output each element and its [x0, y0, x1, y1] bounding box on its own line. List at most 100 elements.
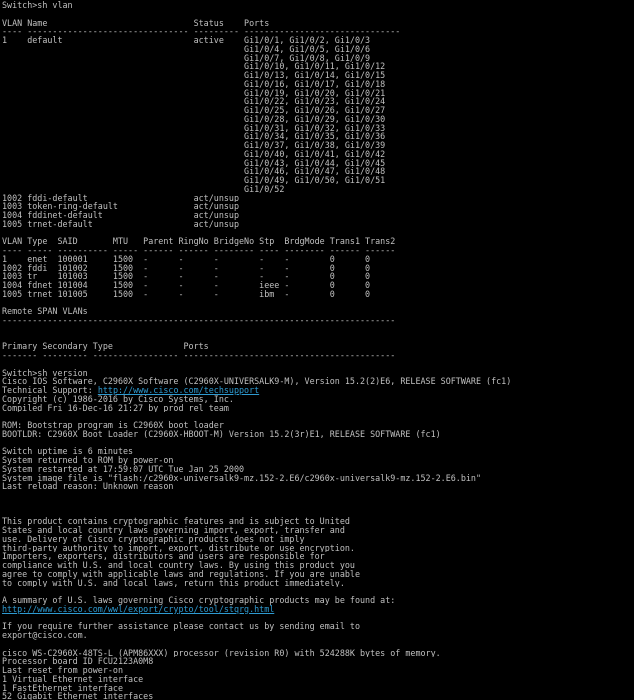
terminal-line-text: 1 Virtual Ethernet interface — [2, 674, 144, 684]
terminal-line: 1004 fdnet 101004 1500 - - - ieee - 0 0 — [2, 281, 634, 290]
terminal-line: Switch uptime is 6 minutes — [2, 447, 634, 456]
terminal-line: agree to comply with applicable laws and… — [2, 570, 634, 579]
terminal-line: 1003 token-ring-default act/unsup — [2, 202, 634, 211]
terminal-line-text: Gi1/0/37, Gi1/0/38, Gi1/0/39 — [2, 141, 386, 150]
terminal-window[interactable]: Switch>sh vlan VLAN Name Status Ports ----… — [0, 0, 634, 700]
terminal-line: System restarted at 17:59:07 UTC Tue Jan… — [2, 465, 634, 474]
terminal-line-text: VLAN Type SAID MTU Parent RingNo BridgeN… — [2, 237, 396, 246]
terminal-line: 1003 tr 101003 1500 - - - - - 0 0 — [2, 272, 634, 281]
terminal-line: States and local country laws governing … — [2, 526, 634, 535]
terminal-line: to comply with U.S. and local laws, retu… — [2, 579, 634, 588]
terminal-line-text: System restarted at 17:59:07 UTC Tue Jan… — [2, 464, 245, 474]
terminal-line-text: ROM: Bootstrap program is C2960X boot lo… — [2, 421, 224, 430]
terminal-line: Compiled Fri 16-Dec-16 21:27 by prod_rel… — [2, 404, 634, 413]
terminal-line-text: Gi1/0/7, Gi1/0/8, Gi1/0/9 — [2, 53, 371, 63]
terminal-line: Last reload reason: Unknown reason — [2, 482, 634, 491]
terminal-line: third-party authority to import, export,… — [2, 544, 634, 553]
terminal-line: 1 Virtual Ethernet interface — [2, 675, 634, 684]
terminal-line: 1002 fddi-default act/unsup — [2, 194, 634, 203]
terminal-line-text: ---- -------------------------------- --… — [2, 27, 401, 36]
terminal-line-text: Gi1/0/4, Gi1/0/5, Gi1/0/6 — [2, 44, 371, 54]
terminal-line-text: Last reset from power-on — [2, 666, 124, 675]
terminal-line: ROM: Bootstrap program is C2960X boot lo… — [2, 421, 634, 430]
terminal-line-text: Gi1/0/52 — [2, 184, 285, 194]
terminal-line: Gi1/0/13, Gi1/0/14, Gi1/0/15 — [2, 71, 634, 80]
terminal-line: Gi1/0/22, Gi1/0/23, Gi1/0/24 — [2, 97, 634, 106]
terminal-line-text: Gi1/0/16, Gi1/0/17, Gi1/0/18 — [2, 79, 386, 89]
terminal-line-text: ----------------------------------------… — [2, 316, 396, 325]
terminal-line-text: 1005 trnet 101005 1500 - - - ibm - 0 0 — [2, 289, 371, 299]
terminal-line-text: Gi1/0/46, Gi1/0/47, Gi1/0/48 — [2, 167, 386, 176]
terminal-line: Technical Support: http://www.cisco.com/… — [2, 386, 634, 395]
terminal-line-text: 1 enet 100001 1500 - - - - - 0 0 — [2, 254, 371, 264]
terminal-line: System returned to ROM by power-on — [2, 456, 634, 465]
terminal-line: Gi1/0/19, Gi1/0/20, Gi1/0/21 — [2, 89, 634, 98]
terminal-line: Gi1/0/52 — [2, 185, 634, 194]
terminal-line-text: 1003 token-ring-default act/unsup — [2, 202, 239, 211]
terminal-line: 52 Gigabit Ethernet interfaces — [2, 692, 634, 700]
terminal-line: Gi1/0/25, Gi1/0/26, Gi1/0/27 — [2, 106, 634, 115]
hyperlink[interactable]: http://www.cisco.com/wwl/export/crypto/t… — [2, 605, 274, 614]
terminal-line: VLAN Name Status Ports — [2, 19, 634, 28]
terminal-line: ----------------------------------------… — [2, 316, 634, 325]
terminal-line-text: 52 Gigabit Ethernet interfaces — [2, 692, 154, 700]
terminal-line-text: Gi1/0/13, Gi1/0/14, Gi1/0/15 — [2, 71, 386, 80]
terminal-line-text: cisco WS-C2960X-48TS-L (APM86XXX) proces… — [2, 648, 441, 658]
terminal-line-text: Copyright (c) 1986-2016 by Cisco Systems… — [2, 394, 234, 404]
terminal-line-text: Gi1/0/31, Gi1/0/32, Gi1/0/33 — [2, 123, 386, 133]
terminal-line-text: 1005 trnet-default act/unsup — [2, 219, 239, 229]
terminal-line-text: 1002 fddi-default act/unsup — [2, 193, 239, 203]
terminal-line-text: compliance with U.S. and local country l… — [2, 561, 355, 570]
terminal-line-text: VLAN Name Status Ports — [2, 18, 270, 28]
terminal-line-text: Gi1/0/22, Gi1/0/23, Gi1/0/24 — [2, 97, 386, 106]
terminal-line: cisco WS-C2960X-48TS-L (APM86XXX) proces… — [2, 649, 634, 658]
terminal-line-text: export@cisco.com. — [2, 631, 88, 640]
terminal-line: System image file is "flash:/c2960x-univ… — [2, 474, 634, 483]
terminal-line-text: ---- ----- ---------- ----- ------ -----… — [2, 246, 396, 255]
terminal-line-text: Gi1/0/25, Gi1/0/26, Gi1/0/27 — [2, 106, 386, 115]
terminal-line: Gi1/0/40, Gi1/0/41, Gi1/0/42 — [2, 150, 634, 159]
terminal-line-text: 1004 fdnet 101004 1500 - - - ieee - 0 0 — [2, 281, 371, 290]
terminal-line: Processor board ID FCU2123A0M8 — [2, 657, 634, 666]
terminal-line-text: third-party authority to import, export,… — [2, 543, 355, 553]
terminal-line-text: agree to comply with applicable laws and… — [2, 569, 360, 579]
terminal-line-text: Processor board ID FCU2123A0M8 — [2, 657, 154, 666]
terminal-line: http://www.cisco.com/wwl/export/crypto/t… — [2, 605, 634, 614]
terminal-line: ---- -------------------------------- --… — [2, 27, 634, 36]
terminal-line-text: Switch uptime is 6 minutes — [2, 447, 134, 456]
hyperlink[interactable]: http://www.cisco.com/techsupport — [98, 386, 259, 395]
terminal-line-text: 1003 tr 101003 1500 - - - - - 0 0 — [2, 272, 371, 281]
terminal-line: 1 default active Gi1/0/1, Gi1/0/2, Gi1/0… — [2, 36, 634, 45]
terminal-line-text: Compiled Fri 16-Dec-16 21:27 by prod_rel… — [2, 403, 229, 413]
terminal-line: use. Delivery of Cisco cryptographic pro… — [2, 535, 634, 544]
terminal-line: export@cisco.com. — [2, 631, 634, 640]
terminal-line-text: System image file is "flash:/c2960x-univ… — [2, 473, 482, 483]
terminal-line-text: Gi1/0/28, Gi1/0/29, Gi1/0/30 — [2, 114, 386, 124]
terminal-line: Switch>sh vlan — [2, 1, 634, 10]
terminal-line: Last reset from power-on — [2, 666, 634, 675]
terminal-line-text: Primary Secondary Type Ports — [2, 342, 209, 351]
terminal-line-text: Gi1/0/40, Gi1/0/41, Gi1/0/42 — [2, 149, 386, 159]
terminal-line-text: Importers, exporters, distributors and u… — [2, 552, 325, 561]
terminal-line: Gi1/0/46, Gi1/0/47, Gi1/0/48 — [2, 167, 634, 176]
terminal-line: Remote SPAN VLANs — [2, 307, 634, 316]
terminal-line-text: BOOTLDR: C2960X Boot Loader (C2960X-HBOO… — [2, 429, 441, 439]
terminal-line: VLAN Type SAID MTU Parent RingNo BridgeN… — [2, 237, 634, 246]
terminal-line: BOOTLDR: C2960X Boot Loader (C2960X-HBOO… — [2, 430, 634, 439]
terminal-line: 1005 trnet 101005 1500 - - - ibm - 0 0 — [2, 290, 634, 299]
terminal-line: 1002 fddi 101002 1500 - - - - - 0 0 — [2, 264, 634, 273]
terminal-line: Gi1/0/4, Gi1/0/5, Gi1/0/6 — [2, 45, 634, 54]
terminal-line: Gi1/0/49, Gi1/0/50, Gi1/0/51 — [2, 176, 634, 185]
terminal-line: 1005 trnet-default act/unsup — [2, 220, 634, 229]
terminal-line: 1 enet 100001 1500 - - - - - 0 0 — [2, 255, 634, 264]
terminal-line-text: States and local country laws governing … — [2, 526, 345, 535]
